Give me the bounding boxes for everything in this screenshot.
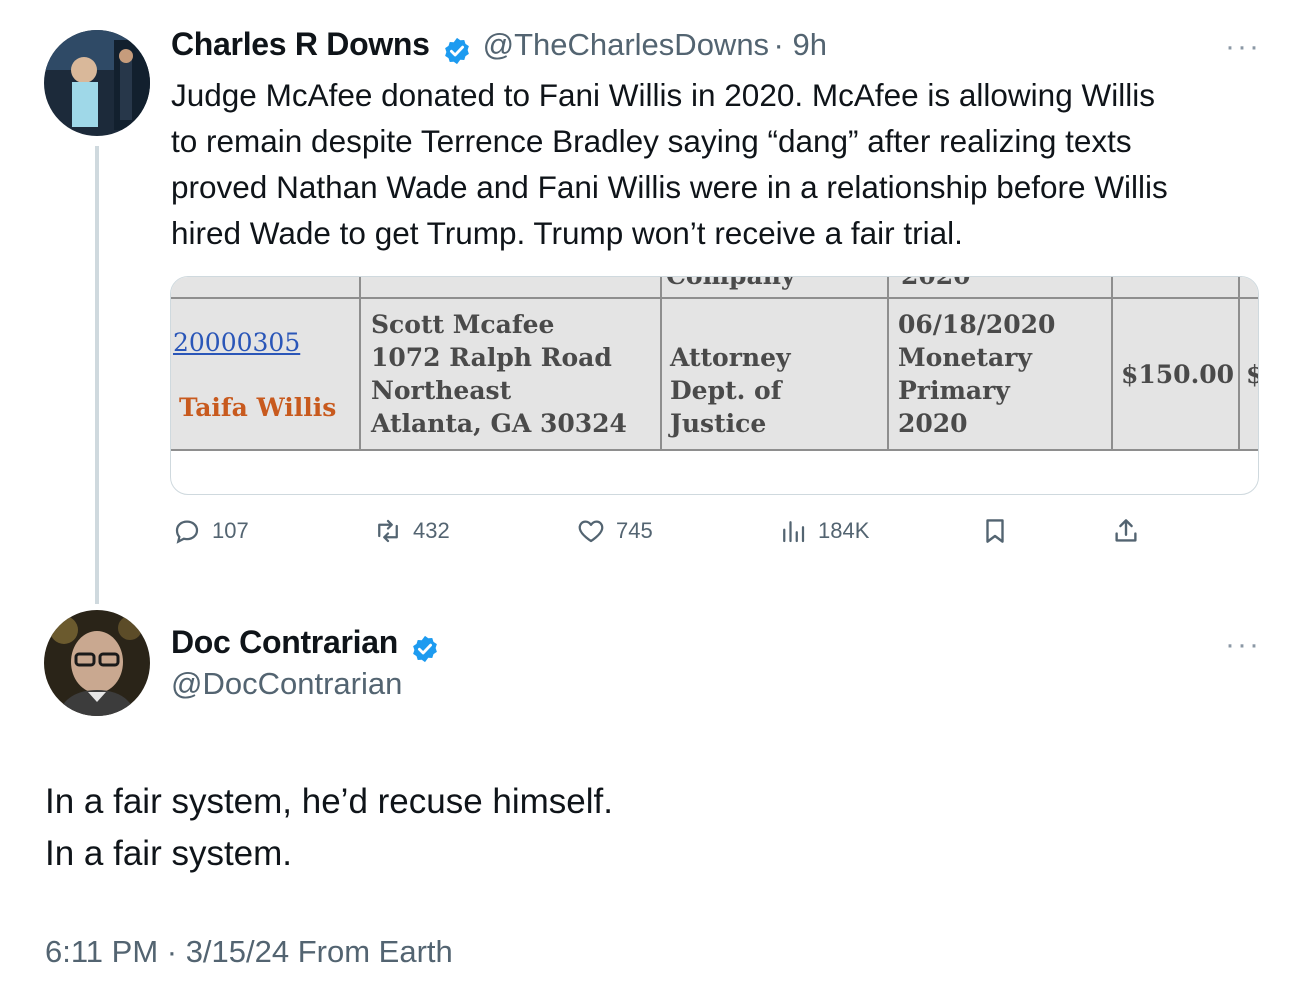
thread-line xyxy=(95,146,99,604)
tweet2-text: In a fair system, he’d recuse himself. I… xyxy=(45,776,613,880)
date-line: 06/18/2020 xyxy=(898,310,1056,339)
date-line: Primary xyxy=(898,376,1010,405)
verified-badge-icon xyxy=(445,37,470,64)
bookmark-button[interactable] xyxy=(980,516,1010,546)
views-count: 184K xyxy=(818,518,870,543)
tweet1-header: Charles R Downs @TheCharlesDowns · 9h xyxy=(171,26,827,66)
date-line: 2020 xyxy=(898,409,968,438)
donor-line: Northeast xyxy=(371,376,512,405)
date-info: 06/18/2020 Monetary Primary 2020 xyxy=(898,308,1055,440)
tweet2-header-name: Doc Contrarian xyxy=(171,624,446,664)
table-divider xyxy=(359,277,361,451)
verified-badge-icon xyxy=(413,635,438,662)
more-options-icon[interactable]: ··· xyxy=(1225,628,1261,662)
table-divider xyxy=(887,277,889,451)
tweet-text-line: to remain despite Terrence Bradley sayin… xyxy=(171,123,1132,159)
doc-contrarian-avatar[interactable] xyxy=(44,610,150,716)
amount: $150.00 xyxy=(1121,360,1235,389)
tweet-time[interactable]: · 9h xyxy=(774,27,827,62)
heart-icon xyxy=(578,520,604,543)
donor-line: Atlanta, GA 30324 xyxy=(371,409,627,438)
donation-record-scan: Company 2020 20000305 Taifa Willis Scott… xyxy=(171,277,1258,451)
employer-info: Attorney Dept. of Justice xyxy=(670,341,791,440)
author-name[interactable]: Doc Contrarian xyxy=(171,624,398,660)
bookmark-icon xyxy=(986,519,1004,543)
reply-button[interactable]: 107 xyxy=(172,516,249,546)
donor-info: Scott Mcafee 1072 Ralph Road Northeast A… xyxy=(371,308,627,440)
like-button[interactable]: 745 xyxy=(576,516,653,546)
table-divider xyxy=(1111,277,1113,451)
tweet-text-line: In a fair system. xyxy=(45,834,293,873)
author-handle[interactable]: @TheCharlesDowns xyxy=(483,27,769,62)
tweet-text-line: Judge McAfee donated to Fani Willis in 2… xyxy=(171,77,1155,113)
reply-count: 107 xyxy=(212,518,249,543)
views-button[interactable]: 184K xyxy=(778,516,869,546)
record-id-link: 20000305 xyxy=(173,328,301,357)
repost-count: 432 xyxy=(413,518,450,543)
employer-line: Attorney xyxy=(670,343,791,372)
table-divider xyxy=(660,277,662,451)
table-divider xyxy=(171,449,1258,451)
date-line: Monetary xyxy=(898,343,1032,372)
tweet-timestamp[interactable]: 6:11 PM · 3/15/24 From Earth xyxy=(45,934,453,970)
reply-icon xyxy=(175,520,199,544)
bar-chart-icon xyxy=(783,521,805,543)
author-name[interactable]: Charles R Downs xyxy=(171,26,430,62)
employer-line: Justice xyxy=(670,409,767,438)
table-divider xyxy=(1238,277,1240,451)
tweet-text-line: In a fair system, he’d recuse himself. xyxy=(45,782,613,821)
donor-line: 1072 Ralph Road xyxy=(371,343,612,372)
header-cut-text: 2020 xyxy=(901,277,971,292)
tweet-text-line: proved Nathan Wade and Fani Willis were … xyxy=(171,169,1168,205)
share-icon xyxy=(1115,519,1137,542)
share-button[interactable] xyxy=(1111,516,1141,546)
author-handle[interactable]: @DocContrarian xyxy=(171,666,402,702)
tweet1-text: Judge McAfee donated to Fani Willis in 2… xyxy=(171,72,1261,256)
charles-downs-avatar[interactable] xyxy=(44,30,150,136)
table-divider xyxy=(171,297,1258,299)
employer-line: Dept. of xyxy=(670,376,782,405)
tweet-text-line: hired Wade to get Trump. Trump won’t rec… xyxy=(171,215,963,251)
donor-line: Scott Mcafee xyxy=(371,310,555,339)
header-cut-text: Company xyxy=(666,277,795,292)
like-count: 745 xyxy=(616,518,653,543)
amount-cut: $ xyxy=(1246,358,1258,391)
repost-icon xyxy=(378,519,398,543)
recipient-name: Taifa Willis xyxy=(179,393,337,422)
more-options-icon[interactable]: ··· xyxy=(1225,30,1261,64)
tweet-media-image[interactable]: Company 2020 20000305 Taifa Willis Scott… xyxy=(170,276,1259,495)
repost-button[interactable]: 432 xyxy=(373,516,450,546)
